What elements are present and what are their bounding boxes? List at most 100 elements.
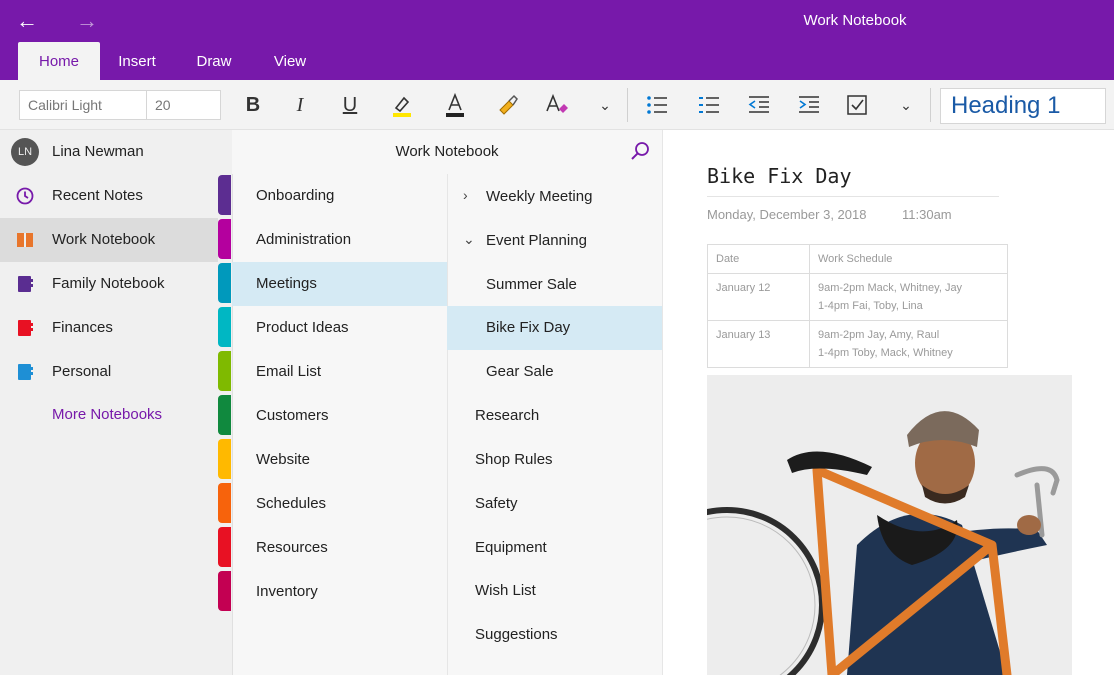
tab-view[interactable]: View [260,42,320,80]
photo-man-carrying-bike[interactable] [707,375,1072,675]
italic-icon[interactable]: I [283,90,317,120]
window-title: Work Notebook [803,12,907,29]
sidebar-item-label: Personal [52,363,112,380]
notebook-icon [18,364,33,380]
section-item-resources[interactable]: Resources [232,526,447,570]
section-item-administration[interactable]: Administration [232,218,447,262]
table-row: January 13 9am-2pm Jay, Amy, Raul 1-4pm … [707,320,1008,368]
bullet-list-icon[interactable] [640,90,674,120]
section-item-email-list[interactable]: Email List [232,350,447,394]
section-item-inventory[interactable]: Inventory [232,570,447,614]
table-cell[interactable]: 9am-2pm Mack, Whitney, Jay 1-4pm Fai, To… [809,273,1008,321]
chevron-down-icon[interactable]: ⌄ [588,90,622,120]
notebook-header-title: Work Notebook [395,143,499,160]
section-item-customers[interactable]: Customers [232,394,447,438]
page-label: Research [475,407,540,424]
bold-icon[interactable]: B [236,90,270,120]
chevron-down-icon[interactable]: ⌄ [463,231,477,249]
table-header-cell[interactable]: Date [707,244,810,274]
section-color-tab[interactable] [218,307,231,347]
font-name-field[interactable]: Calibri Light [19,90,147,120]
schedule-line: 9am-2pm Jay, Amy, Raul [818,329,940,341]
section-color-tab[interactable] [218,439,231,479]
page-item-suggestions[interactable]: Suggestions [447,613,662,657]
user-account[interactable]: LN Lina Newman [0,130,232,174]
open-notebook-icon [17,233,33,247]
section-color-tab[interactable] [218,351,231,391]
section-label: Onboarding [256,187,335,204]
page-item-summer-sale[interactable]: Summer Sale [447,263,662,307]
section-item-schedules[interactable]: Schedules [232,482,447,526]
font-size-field[interactable]: 20 [146,90,221,120]
table-row: January 12 9am-2pm Mack, Whitney, Jay 1-… [707,273,1008,321]
page-item-wish-list[interactable]: Wish List [447,569,662,613]
page-label: Bike Fix Day [486,319,571,336]
user-name: Lina Newman [52,143,144,160]
sidebar-item-finances[interactable]: Finances [0,306,218,350]
table-cell[interactable]: January 12 [707,273,810,321]
page-item-safety[interactable]: Safety [447,482,662,526]
toolbar-divider [930,88,931,122]
page-label: Suggestions [475,626,558,643]
chevron-down-icon[interactable]: ⌄ [889,90,923,120]
tab-home[interactable]: Home [18,42,100,80]
table-cell[interactable]: 9am-2pm Jay, Amy, Raul 1-4pm Toby, Mack,… [809,320,1008,368]
chevron-right-icon[interactable]: › [463,187,477,205]
pane-header: Work Notebook [232,130,662,174]
table-cell[interactable]: January 13 [707,320,810,368]
page-item-gear-sale[interactable]: Gear Sale [447,350,662,394]
section-color-tab[interactable] [218,571,231,611]
clock-icon [16,187,34,205]
sidebar-item-work-notebook[interactable]: Work Notebook [0,218,218,262]
schedule-line: 1-4pm Toby, Mack, Whitney [818,347,953,359]
numbered-list-icon[interactable] [692,90,726,120]
section-label: Schedules [256,495,327,512]
sidebar-item-label: Work Notebook [52,231,156,248]
sidebar-item-recent-notes[interactable]: Recent Notes [0,174,218,218]
schedule-table[interactable]: Date Work Schedule January 12 9am-2pm Ma… [707,244,1008,368]
tab-draw[interactable]: Draw [184,42,244,80]
section-color-tab[interactable] [218,175,231,215]
section-item-meetings[interactable]: Meetings [232,262,447,306]
avatar: LN [11,138,39,166]
page-item-shop-rules[interactable]: Shop Rules [447,438,662,482]
page-label: Summer Sale [486,276,577,293]
section-color-tab[interactable] [218,395,231,435]
page-item-equipment[interactable]: Equipment [447,526,662,570]
title-divider [707,196,999,197]
page-item-weekly-meeting[interactable]: › Weekly Meeting [447,175,662,219]
search-icon[interactable] [628,139,652,163]
format-painter-icon[interactable] [490,90,524,120]
section-item-product-ideas[interactable]: Product Ideas [232,306,447,350]
clear-formatting-icon[interactable] [540,90,574,120]
highlighter-icon[interactable] [385,90,419,120]
increase-indent-icon[interactable] [792,90,826,120]
forward-arrow-icon[interactable]: → [74,8,100,34]
ribbon-toolbar: Calibri Light 20 B I U ⌄ ⌄ Heading 1 [0,80,1114,130]
section-color-tab[interactable] [218,527,231,567]
tab-insert[interactable]: Insert [104,42,170,80]
back-arrow-icon[interactable]: ← [14,8,40,34]
decrease-indent-icon[interactable] [742,90,776,120]
section-label: Product Ideas [256,319,349,336]
section-label: Customers [256,407,329,424]
section-item-website[interactable]: Website [232,438,447,482]
page-item-bike-fix-day[interactable]: Bike Fix Day [447,306,662,350]
style-selector[interactable]: Heading 1 [940,88,1106,124]
sidebar-item-personal[interactable]: Personal [0,350,218,394]
font-color-icon[interactable] [438,90,472,120]
section-color-tab[interactable] [218,483,231,523]
table-header-cell[interactable]: Work Schedule [809,244,1008,274]
page-item-event-planning[interactable]: ⌄ Event Planning [447,219,662,263]
section-color-tab[interactable] [218,219,231,259]
page-item-research[interactable]: Research [447,394,662,438]
section-item-onboarding[interactable]: Onboarding [232,174,447,218]
page-title[interactable]: Bike Fix Day [707,164,852,188]
checkbox-icon[interactable] [840,90,874,120]
notebook-icon [18,276,33,292]
underline-icon[interactable]: U [333,90,367,120]
more-notebooks-link[interactable]: More Notebooks [52,406,162,423]
page-time: 11:30am [902,207,952,222]
section-color-tab[interactable] [218,263,231,303]
sidebar-item-family-notebook[interactable]: Family Notebook [0,262,218,306]
